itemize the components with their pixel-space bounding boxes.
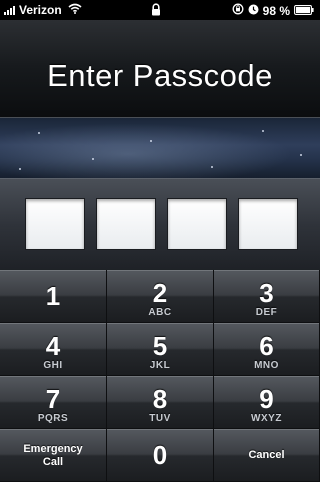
key-digit: 6 (259, 331, 274, 361)
key-digit: 7 (45, 384, 61, 414)
star (300, 154, 302, 156)
key-digit: 1 (45, 281, 61, 311)
battery-icon (294, 4, 314, 18)
key-7[interactable]: 7 PQRS (0, 376, 107, 429)
star (38, 132, 40, 134)
key-digit: 5 (152, 331, 168, 361)
key-digit: 8 (152, 384, 168, 414)
lock-screen: Verizon 98 % Enter Passcode 1 2 ABC 3 DE… (0, 0, 320, 482)
passcode-digit-box-4[interactable] (238, 198, 298, 250)
key-letters: TUV (149, 413, 171, 424)
cancel-label: Cancel (248, 449, 285, 461)
key-letters: JKL (149, 360, 171, 371)
passcode-header: Enter Passcode (0, 20, 320, 118)
key-digit: 4 (45, 331, 61, 361)
wifi-icon (68, 3, 82, 17)
signal-bars-icon (4, 5, 16, 15)
key-letters: DEF (255, 307, 278, 318)
status-bar: Verizon 98 % (0, 0, 320, 20)
key-0[interactable]: 0 (107, 429, 214, 482)
wallpaper-strip (0, 118, 320, 178)
lock-icon (151, 3, 161, 19)
key-4[interactable]: 4 GHI (0, 323, 107, 376)
emergency-call-button[interactable]: Emergency Call (0, 429, 107, 482)
key-letters: MNO (254, 360, 279, 371)
alarm-icon (248, 4, 259, 18)
cancel-button[interactable]: Cancel (214, 429, 320, 482)
emergency-label-line2: Call (42, 456, 64, 468)
carrier-label: Verizon (19, 3, 62, 17)
star (92, 158, 94, 160)
key-1[interactable]: 1 (0, 270, 107, 323)
key-2[interactable]: 2 ABC (107, 270, 214, 323)
key-letters: ABC (148, 307, 172, 318)
key-letters: WXYZ (251, 413, 282, 424)
key-digit: 3 (259, 278, 274, 308)
key-letters: GHI (43, 360, 63, 371)
status-left: Verizon (4, 3, 82, 17)
key-9[interactable]: 9 WXYZ (214, 376, 320, 429)
star (262, 130, 264, 132)
key-letters: PQRS (37, 413, 69, 424)
key-6[interactable]: 6 MNO (214, 323, 320, 376)
passcode-digit-box-2[interactable] (96, 198, 156, 250)
key-digit: 0 (152, 440, 168, 470)
key-3[interactable]: 3 DEF (214, 270, 320, 323)
emergency-label-line1: Emergency (23, 443, 83, 455)
page-title: Enter Passcode (47, 58, 273, 93)
passcode-digit-box-3[interactable] (167, 198, 227, 250)
star (150, 140, 152, 142)
rotation-lock-icon (232, 3, 244, 18)
key-5[interactable]: 5 JKL (107, 323, 214, 376)
passcode-entry-panel (0, 178, 320, 271)
battery-percent: 98 % (262, 3, 290, 18)
key-digit: 9 (259, 384, 274, 414)
numeric-keypad: 1 2 ABC 3 DEF 4 GHI 5 JKL 6 MNO 7 PQRS 8 (0, 270, 320, 482)
key-8[interactable]: 8 TUV (107, 376, 214, 429)
status-right: 98 % (228, 3, 314, 18)
star (19, 168, 21, 170)
star (211, 166, 213, 168)
key-digit: 2 (152, 278, 168, 308)
passcode-digit-box-1[interactable] (25, 198, 85, 250)
